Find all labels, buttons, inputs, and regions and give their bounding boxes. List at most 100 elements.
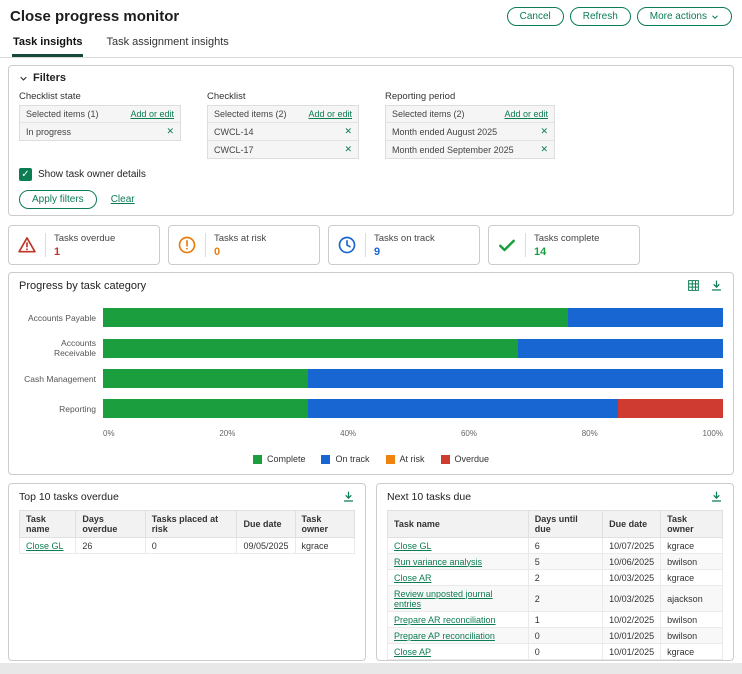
table-cell: 09/05/2025 [236, 537, 296, 554]
download-icon[interactable] [342, 490, 355, 503]
bar-segment-on-track[interactable] [307, 369, 723, 388]
axis-tick-label: 0% [103, 429, 115, 438]
checkbox-label: Show task owner details [38, 169, 146, 180]
filter-group-label: Reporting period [385, 91, 456, 102]
filter-item: Month ended August 2025 ✕ [386, 122, 554, 140]
task-name-cell: Close GL [387, 537, 529, 554]
card-label: Tasks at risk [214, 232, 267, 244]
legend-item-complete: Complete [252, 454, 306, 464]
filter-actions: Apply filters Clear [19, 190, 723, 209]
checkbox-checked-icon[interactable]: ✓ [19, 168, 32, 181]
download-icon[interactable] [710, 490, 723, 503]
table-cell: 0 [527, 643, 604, 660]
table-cell: 5 [527, 553, 604, 570]
task-link[interactable]: Run variance analysis [394, 557, 482, 567]
legend-label: Overdue [454, 454, 490, 464]
remove-item-icon[interactable]: ✕ [344, 126, 352, 137]
bar-segment-on-track[interactable] [307, 399, 618, 418]
cancel-button[interactable]: Cancel [506, 7, 564, 26]
legend-item-overdue: Overdue [440, 454, 490, 464]
axis-tick-label: 100% [702, 429, 723, 438]
table-cell: ajackson [660, 659, 723, 660]
table-row: Close AP 0 10/01/2025 kgrace [387, 643, 723, 660]
remove-item-icon[interactable]: ✕ [344, 144, 352, 155]
axis-tick-label: 40% [340, 429, 357, 438]
chart-legend: Complete On track At risk Overdue [19, 454, 723, 464]
tasks-at-risk-card: Tasks at risk 0 [168, 225, 320, 265]
tab-bar: Task insights Task assignment insights [0, 31, 742, 58]
download-icon[interactable] [710, 279, 723, 292]
data-table-icon[interactable] [687, 279, 700, 292]
bar-segment-complete[interactable] [103, 308, 568, 327]
tab-task-insights[interactable]: Task insights [12, 31, 84, 57]
legend-label: Complete [266, 454, 306, 464]
chevron-down-icon [20, 76, 27, 81]
filter-group-reporting-period: Reporting period Selected items (2) Add … [385, 91, 555, 159]
remove-item-icon[interactable]: ✕ [166, 126, 174, 137]
task-link[interactable]: Close AP [394, 647, 431, 657]
filter-item-label: CWCL-14 [214, 126, 254, 137]
table-cell: 0 [527, 659, 604, 660]
table-cell: 2 [527, 569, 604, 586]
bar-segment-complete[interactable] [103, 338, 519, 358]
refresh-button[interactable]: Refresh [569, 7, 631, 26]
axis-tick-label: 60% [460, 429, 477, 438]
task-link[interactable]: Prepare AP reconciliation [394, 631, 495, 641]
panel-title: Next 10 tasks due [387, 490, 472, 503]
apply-filters-button[interactable]: Apply filters [19, 190, 97, 209]
table-row: Review unposted journal entries 2 10/03/20… [387, 585, 723, 612]
chevron-down-icon [712, 14, 718, 19]
add-or-edit-link[interactable]: Add or edit [504, 109, 548, 119]
table-cell: 1 [527, 611, 604, 628]
task-link[interactable]: Review unposted journal entries [394, 589, 493, 609]
filter-group-label: Checklist [207, 91, 246, 102]
remove-item-icon[interactable]: ✕ [540, 126, 548, 137]
selected-items-count: Selected items (2) [392, 109, 465, 119]
task-link[interactable]: Prepare AR reconciliation [394, 615, 496, 625]
chart-title: Progress by task category [19, 279, 147, 292]
legend-swatch [321, 454, 331, 464]
add-or-edit-link[interactable]: Add or edit [308, 109, 352, 119]
filter-groups: Checklist state Selected items (1) Add o… [19, 91, 723, 159]
filters-collapse-toggle[interactable]: Filters [19, 72, 723, 84]
tab-task-assignment-insights[interactable]: Task assignment insights [105, 31, 229, 57]
bar-segment-overdue[interactable] [617, 399, 723, 418]
add-or-edit-link[interactable]: Add or edit [130, 109, 174, 119]
card-value: 14 [534, 245, 547, 258]
bar-segment-complete[interactable] [103, 369, 308, 388]
category-label: Reporting [59, 403, 96, 414]
column-header: Task owner [294, 510, 356, 538]
filter-item-label: Month ended September 2025 [392, 144, 514, 155]
table-cell: 10/03/2025 [602, 585, 662, 612]
bar-segment-on-track[interactable] [518, 338, 723, 358]
bar-segment-complete[interactable] [103, 399, 308, 418]
table-cell: ajackson [660, 585, 723, 612]
card-label: Tasks on track [374, 232, 435, 244]
clear-filters-link[interactable]: Clear [111, 194, 135, 205]
table-cell: 10/01/2025 [602, 627, 662, 644]
close-progress-monitor-page: Close progress monitor Cancel Refresh Mo… [0, 0, 742, 663]
task-link[interactable]: Close AR [394, 573, 432, 583]
filter-item-label: In progress [26, 126, 72, 137]
chart-rows: Accounts Payable Accounts Receivable Cash … [19, 308, 723, 418]
more-actions-button[interactable]: More actions [636, 7, 732, 26]
due-tasks-table: Task name Days until due Due date Task owne… [387, 510, 723, 660]
filter-selection-box: Selected items (2) Add or edit CWCL-14 ✕… [207, 105, 359, 159]
task-link[interactable]: Close GL [394, 541, 432, 551]
filter-item: CWCL-17 ✕ [208, 140, 358, 158]
bar-segment-on-track[interactable] [568, 308, 723, 327]
panel-title: Top 10 tasks overdue [19, 490, 119, 503]
table-head: Task name Days until due Due date Task owne… [387, 510, 723, 538]
card-value: 1 [54, 245, 61, 258]
filter-group-label: Checklist state [19, 91, 81, 102]
category-label: Accounts Receivable [53, 338, 96, 358]
legend-label: At risk [399, 454, 425, 464]
task-link[interactable]: Close GL [26, 541, 64, 551]
tasks-complete-card: Tasks complete 14 [488, 225, 640, 265]
table-row: Close AR 2 10/03/2025 kgrace [387, 569, 723, 586]
column-header: Days until due [527, 510, 604, 538]
remove-item-icon[interactable]: ✕ [540, 144, 548, 155]
table-body: Close GL 26 0 09/05/2025 kgrace [18, 537, 356, 554]
table-row: Close GL 26 0 09/05/2025 kgrace [18, 537, 356, 554]
page-header: Close progress monitor Cancel Refresh Mo… [0, 0, 742, 31]
